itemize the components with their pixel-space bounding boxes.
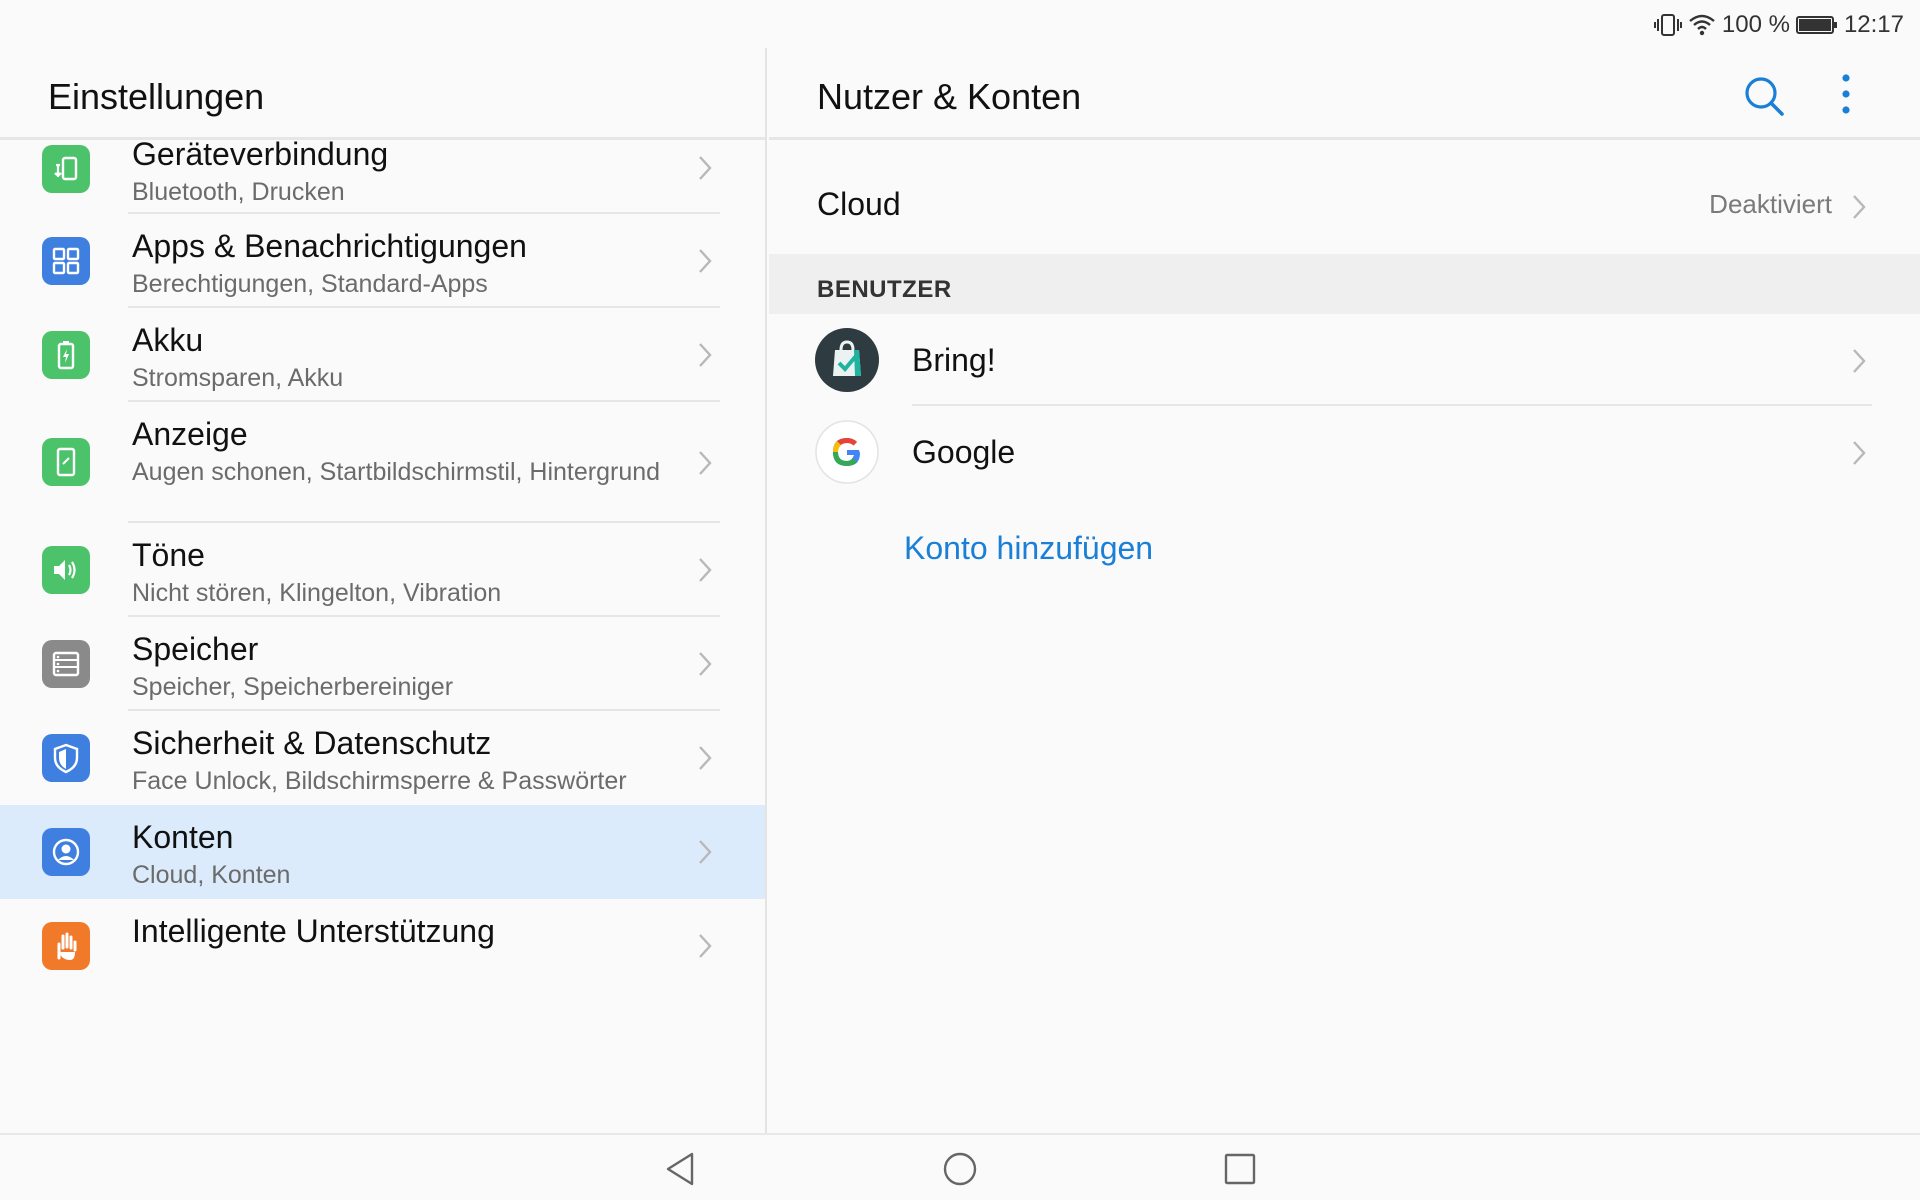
status-indicators: 100 % 12:17 <box>1653 10 1904 40</box>
vibrate-icon <box>1653 12 1682 38</box>
chevron-right-icon <box>696 555 714 585</box>
battery-status-icon <box>1795 15 1838 35</box>
sidebar-item-subtitle: Berechtigungen, Standard-Apps <box>132 270 488 298</box>
chevron-right-icon <box>696 931 714 961</box>
recent-apps-icon[interactable] <box>1220 1149 1260 1189</box>
account-row-bring[interactable]: Bring! <box>769 314 1920 406</box>
speaker-icon <box>42 546 90 594</box>
sidebar-item-akku[interactable]: Akku Stromsparen, Akku <box>0 308 765 402</box>
sidebar-item-speicher[interactable]: Speicher Speicher, Speicherbereiniger <box>0 617 765 711</box>
clock: 12:17 <box>1843 11 1904 38</box>
chevron-right-icon <box>1851 438 1867 468</box>
sidebar-item-subtitle: Stromsparen, Akku <box>132 364 344 392</box>
battery-icon <box>42 331 90 379</box>
sidebar-item-töne[interactable]: Töne Nicht stören, Klingelton, Vibration <box>0 523 765 617</box>
chevron-right-icon <box>696 649 714 679</box>
sidebar-item-subtitle: Face Unlock, Bildschirmsperre & Passwört… <box>132 767 627 795</box>
status-bar: 100 % 12:17 <box>0 0 1920 48</box>
hand-icon <box>42 922 90 970</box>
chevron-right-icon <box>1851 346 1867 376</box>
sidebar-item-title: Sicherheit & Datenschutz <box>132 725 492 761</box>
google-logo-icon <box>815 420 879 484</box>
cloud-status: Deaktiviert <box>1709 189 1832 219</box>
accounts-pane: Nutzer & Konten Cloud Deaktiviert BENUTZ… <box>769 48 1920 1133</box>
sidebar-item-title: Intelligente Unterstützung <box>132 913 495 949</box>
sidebar-item-subtitle: Cloud, Konten <box>132 861 291 889</box>
sidebar-item-subtitle: Bluetooth, Drucken <box>132 178 345 206</box>
search-icon[interactable] <box>1742 74 1786 118</box>
chevron-right-icon <box>696 153 714 183</box>
sidebar-item-subtitle: Speicher, Speicherbereiniger <box>132 673 454 701</box>
cloud-label: Cloud <box>817 186 901 222</box>
sidebar-item-title: Anzeige <box>132 416 248 452</box>
back-icon[interactable] <box>662 1149 702 1189</box>
navigation-bar <box>0 1133 1920 1200</box>
account-label: Bring! <box>912 342 996 378</box>
account-label: Google <box>912 434 1016 470</box>
chevron-right-icon <box>696 246 714 276</box>
more-options-icon[interactable] <box>1839 72 1853 116</box>
chevron-right-icon <box>696 340 714 370</box>
section-header-users: BENUTZER <box>769 254 1920 314</box>
device-connection-icon <box>42 145 90 193</box>
section-label: BENUTZER <box>817 276 952 303</box>
sidebar-item-subtitle: Nicht stören, Klingelton, Vibration <box>132 579 502 607</box>
sidebar-item-title: Töne <box>132 537 205 573</box>
sidebar-item-title: Akku <box>132 322 204 358</box>
chevron-right-icon <box>1851 192 1867 222</box>
sidebar-item-subtitle: Augen schonen, Startbildschirmstil, Hint… <box>132 458 661 486</box>
display-icon <box>42 438 90 486</box>
chevron-right-icon <box>696 743 714 773</box>
page-title: Einstellungen <box>48 76 265 117</box>
sidebar-item-sicherheit-datenschutz[interactable]: Sicherheit & Datenschutz Face Unlock, Bil… <box>0 711 765 805</box>
sidebar-item-apps-benachrichtigungen[interactable]: Apps & Benachrichtigungen Berechtigungen,… <box>0 214 765 308</box>
sidebar-item-konten[interactable]: Konten Cloud, Konten <box>0 805 765 899</box>
sidebar-item-intelligente-unterstützung[interactable]: Intelligente Unterstützung <box>0 899 765 993</box>
account-row-google[interactable]: Google <box>769 406 1920 498</box>
wifi-icon <box>1688 13 1716 37</box>
chevron-right-icon <box>696 448 714 478</box>
account-icon <box>42 828 90 876</box>
settings-pane: Einstellungen Geräteverbindung Bluetooth,… <box>0 48 767 1133</box>
sidebar-item-title: Speicher <box>132 631 259 667</box>
sidebar-item-title: Konten <box>132 819 234 855</box>
accounts-title: Nutzer & Konten <box>817 76 1082 117</box>
sidebar-item-anzeige[interactable]: Anzeige Augen schonen, Startbildschirmsti… <box>0 402 765 523</box>
cloud-row[interactable]: Cloud Deaktiviert <box>769 160 1920 254</box>
home-icon[interactable] <box>940 1149 980 1189</box>
sidebar-item-title: Apps & Benachrichtigungen <box>132 228 527 264</box>
bring-app-icon <box>815 328 879 392</box>
shield-icon <box>42 734 90 782</box>
battery-percent: 100 % <box>1721 11 1790 38</box>
storage-icon <box>42 640 90 688</box>
sidebar-item-title: Geräteverbindung <box>132 136 389 172</box>
add-account-link[interactable]: Konto hinzufügen <box>904 530 1153 567</box>
apps-grid-icon <box>42 237 90 285</box>
settings-header: Einstellungen <box>0 48 765 140</box>
accounts-header: Nutzer & Konten <box>769 48 1920 140</box>
chevron-right-icon <box>696 837 714 867</box>
